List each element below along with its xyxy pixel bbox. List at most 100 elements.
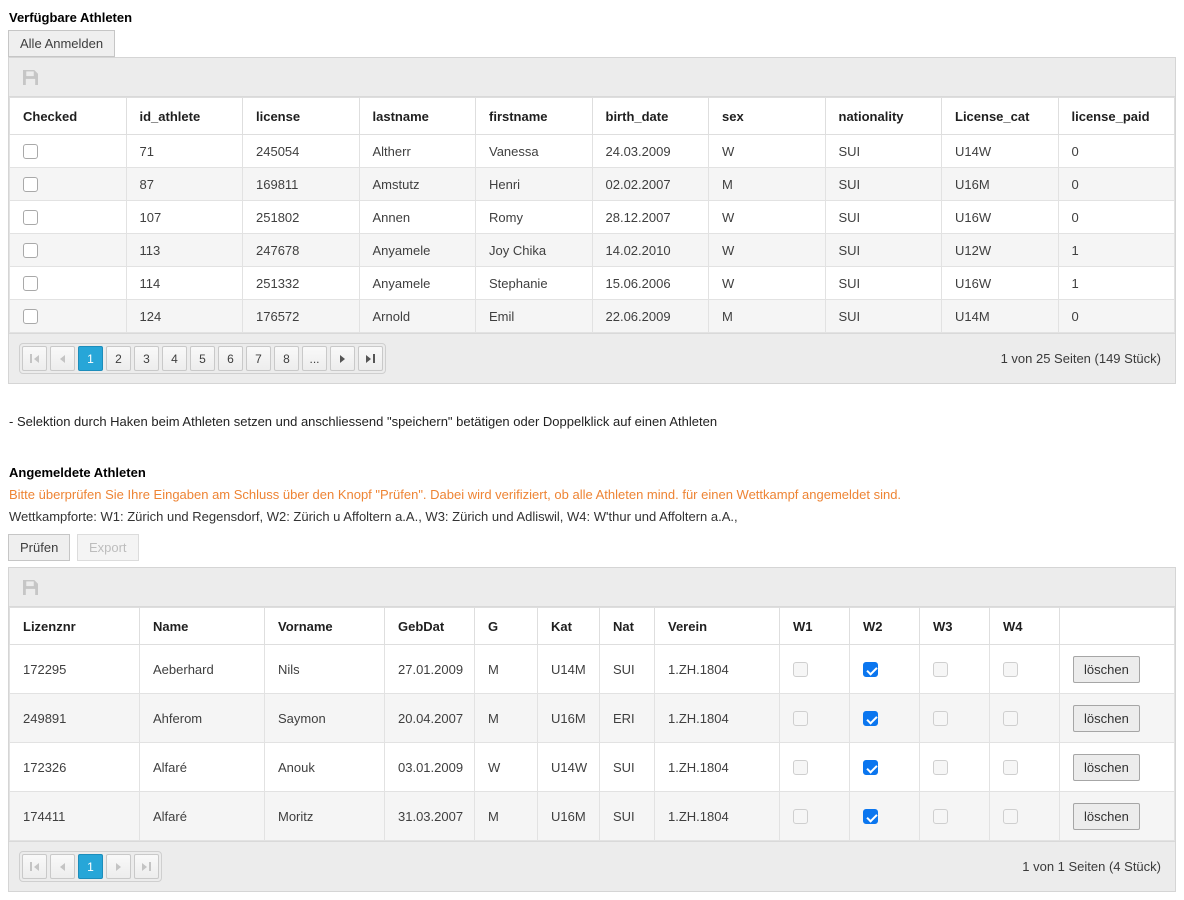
save-icon[interactable]	[23, 70, 38, 85]
delete-button[interactable]: löschen	[1073, 754, 1140, 781]
first-page-bar-icon	[30, 862, 32, 871]
pager-prev-button[interactable]	[50, 854, 75, 879]
cell-license: 251332	[243, 267, 360, 300]
pager-page-6-button[interactable]: 6	[218, 346, 243, 371]
cell-sex: W	[709, 267, 826, 300]
registered-athlete-row: 172326AlfaréAnouk03.01.2009WU14WSUI1.ZH.…	[10, 743, 1175, 792]
w3-checkbox[interactable]	[933, 760, 948, 775]
available-athlete-row[interactable]: 114251332AnyameleStephanie15.06.2006WSUI…	[10, 267, 1175, 300]
cell-license: 176572	[243, 300, 360, 333]
pager-first-button[interactable]	[22, 854, 47, 879]
registered-column-header-vorname: Vorname	[265, 608, 385, 645]
w4-checkbox[interactable]	[1003, 809, 1018, 824]
pager-page-5-button[interactable]: 5	[190, 346, 215, 371]
delete-button[interactable]: löschen	[1073, 705, 1140, 732]
w3-checkbox[interactable]	[933, 662, 948, 677]
w4-checkbox[interactable]	[1003, 662, 1018, 677]
w1-checkbox[interactable]	[793, 662, 808, 677]
save-icon[interactable]	[23, 580, 38, 595]
available-column-header-license_cat: License_cat	[942, 98, 1059, 135]
registered-column-header-empty	[1060, 608, 1175, 645]
cell-name: Ahferom	[140, 694, 265, 743]
cell-lastname: Annen	[359, 201, 476, 234]
last-page-icon	[366, 355, 371, 363]
cell-w4	[990, 743, 1060, 792]
cell-g: M	[475, 694, 538, 743]
check-button[interactable]: Prüfen	[8, 534, 70, 561]
cell-license: 247678	[243, 234, 360, 267]
available-athlete-row[interactable]: 71245054AltherrVanessa24.03.2009WSUIU14W…	[10, 135, 1175, 168]
delete-button[interactable]: löschen	[1073, 656, 1140, 683]
w2-checkbox[interactable]	[863, 711, 878, 726]
available-athlete-row[interactable]: 124176572ArnoldEmil22.06.2009MSUIU14M0	[10, 300, 1175, 333]
pager-last-button[interactable]	[134, 854, 159, 879]
cell-vorname: Saymon	[265, 694, 385, 743]
cell-verein: 1.ZH.1804	[655, 792, 780, 841]
available-pager: 12345678...	[19, 343, 386, 374]
w2-checkbox[interactable]	[863, 662, 878, 677]
available-pager-bar: 12345678... 1 von 25 Seiten (149 Stück)	[9, 333, 1175, 383]
athlete-select-checkbox[interactable]	[23, 210, 38, 225]
cell-license: 251802	[243, 201, 360, 234]
athlete-select-checkbox[interactable]	[23, 243, 38, 258]
cell-license_paid: 0	[1058, 201, 1175, 234]
pager-page-7-button[interactable]: 7	[246, 346, 271, 371]
pager-next-button[interactable]	[106, 854, 131, 879]
cell-w2	[850, 645, 920, 694]
cell-w1	[780, 645, 850, 694]
w1-checkbox[interactable]	[793, 760, 808, 775]
available-athlete-row[interactable]: 113247678AnyameleJoy Chika14.02.2010WSUI…	[10, 234, 1175, 267]
cell-sex: W	[709, 234, 826, 267]
cell-w3	[920, 694, 990, 743]
cell-firstname: Joy Chika	[476, 234, 593, 267]
cell-vorname: Nils	[265, 645, 385, 694]
pager-first-button[interactable]	[22, 346, 47, 371]
athlete-select-checkbox[interactable]	[23, 309, 38, 324]
available-athlete-row[interactable]: 87169811AmstutzHenri02.02.2007MSUIU16M0	[10, 168, 1175, 201]
registered-pager-info: 1 von 1 Seiten (4 Stück)	[1022, 859, 1165, 874]
cell-gebdat: 03.01.2009	[385, 743, 475, 792]
last-page-bar-icon	[373, 354, 375, 363]
w1-checkbox[interactable]	[793, 711, 808, 726]
cell-lastname: Amstutz	[359, 168, 476, 201]
cell-birth_date: 22.06.2009	[592, 300, 709, 333]
athlete-select-checkbox[interactable]	[23, 144, 38, 159]
cell-license_paid: 0	[1058, 300, 1175, 333]
available-athlete-row[interactable]: 107251802AnnenRomy28.12.2007WSUIU16W0	[10, 201, 1175, 234]
registered-pager: 1	[19, 851, 162, 882]
w3-checkbox[interactable]	[933, 809, 948, 824]
w3-checkbox[interactable]	[933, 711, 948, 726]
pager-page-2-button[interactable]: 2	[106, 346, 131, 371]
pager-page-4-button[interactable]: 4	[162, 346, 187, 371]
registered-column-header-verein: Verein	[655, 608, 780, 645]
pager-last-button[interactable]	[358, 346, 383, 371]
pager-page-1-button[interactable]: 1	[78, 854, 103, 879]
pager-more-pages-button[interactable]: ...	[302, 346, 327, 371]
w4-checkbox[interactable]	[1003, 760, 1018, 775]
cell-id_athlete: 114	[126, 267, 243, 300]
athlete-select-checkbox[interactable]	[23, 276, 38, 291]
register-all-button[interactable]: Alle Anmelden	[8, 30, 115, 57]
pager-page-1-button[interactable]: 1	[78, 346, 103, 371]
available-column-header-nationality: nationality	[825, 98, 942, 135]
athlete-select-checkbox[interactable]	[23, 177, 38, 192]
cell-lastname: Altherr	[359, 135, 476, 168]
next-page-icon	[116, 863, 121, 871]
export-button[interactable]: Export	[77, 534, 139, 561]
delete-button[interactable]: löschen	[1073, 803, 1140, 830]
pager-next-button[interactable]	[330, 346, 355, 371]
w2-checkbox[interactable]	[863, 760, 878, 775]
cell-nationality: SUI	[825, 300, 942, 333]
checked-cell	[10, 300, 127, 333]
cell-nat: SUI	[600, 743, 655, 792]
cell-license_paid: 1	[1058, 267, 1175, 300]
pager-prev-button[interactable]	[50, 346, 75, 371]
w4-checkbox[interactable]	[1003, 711, 1018, 726]
w1-checkbox[interactable]	[793, 809, 808, 824]
cell-verein: 1.ZH.1804	[655, 694, 780, 743]
pager-page-8-button[interactable]: 8	[274, 346, 299, 371]
checked-cell	[10, 234, 127, 267]
available-column-header-firstname: firstname	[476, 98, 593, 135]
w2-checkbox[interactable]	[863, 809, 878, 824]
pager-page-3-button[interactable]: 3	[134, 346, 159, 371]
